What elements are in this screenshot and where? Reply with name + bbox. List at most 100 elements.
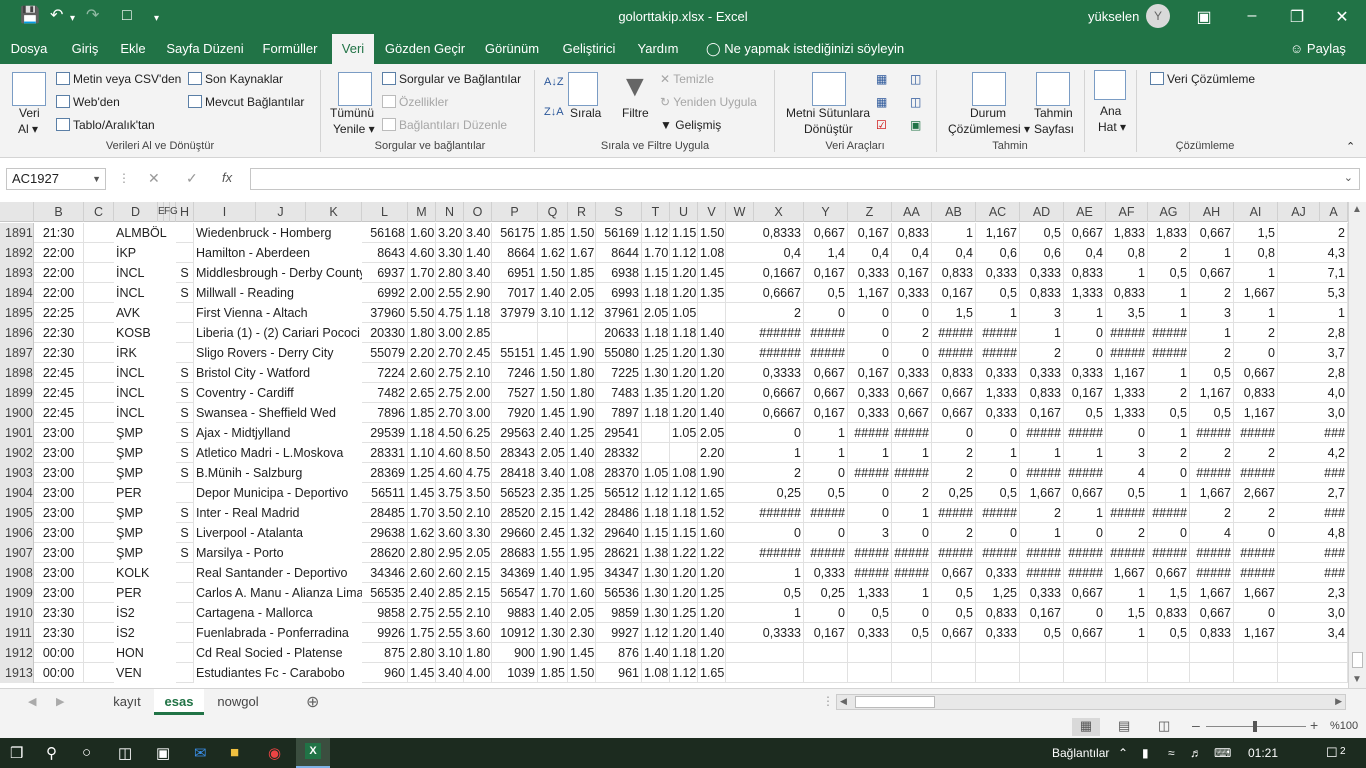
cell-y[interactable]	[804, 663, 848, 683]
cell-o[interactable]: 3.40	[464, 263, 492, 283]
cell-ah[interactable]: 2	[1190, 283, 1234, 303]
cell-a[interactable]: 3,4	[1320, 623, 1348, 643]
cell-ae[interactable]: #####	[1064, 423, 1106, 443]
column-header-ah[interactable]: AH	[1190, 202, 1234, 222]
cell-z[interactable]: 0,333	[848, 403, 892, 423]
relationships-icon[interactable]: ◫	[910, 95, 921, 109]
cell-ae[interactable]: 0,667	[1064, 483, 1106, 503]
forecast-icon[interactable]	[1036, 72, 1070, 106]
cell-n[interactable]: 2.55	[436, 603, 464, 623]
cell-h[interactable]	[176, 243, 194, 263]
cell-ab[interactable]: 0	[932, 423, 976, 443]
cell-v[interactable]: 1.20	[698, 603, 726, 623]
cell-ad[interactable]: 0,6	[1020, 243, 1064, 263]
cell-aa[interactable]: 0,833	[892, 223, 932, 243]
column-header-z[interactable]: Z	[848, 202, 892, 222]
sort-az-icon[interactable]: A↓Z	[544, 76, 564, 88]
cell-ai[interactable]: 1,5	[1234, 223, 1278, 243]
cell-p[interactable]: 56523	[492, 483, 538, 503]
cell-b[interactable]: 23:00	[34, 563, 84, 583]
cell-n[interactable]: 2.55	[436, 283, 464, 303]
cell-x[interactable]: 0,4	[754, 243, 804, 263]
cell-ai[interactable]: 1,667	[1234, 583, 1278, 603]
cell-u[interactable]: 1.22	[670, 543, 698, 563]
cell-aa[interactable]: 0,667	[892, 403, 932, 423]
cell-q[interactable]: 1.45	[538, 403, 568, 423]
column-header-ag[interactable]: AG	[1148, 202, 1190, 222]
cell-i[interactable]: Fuenlabrada - Ponferradina	[194, 623, 362, 643]
cell-ah[interactable]: #####	[1190, 543, 1234, 563]
cell-ag[interactable]: 0,5	[1148, 623, 1190, 643]
cell-h[interactable]	[176, 583, 194, 603]
column-header-i[interactable]: I	[194, 202, 256, 222]
data-analysis-button[interactable]: Veri Çözümleme	[1150, 72, 1255, 86]
row-header[interactable]: 1905	[0, 503, 34, 523]
cell-o[interactable]: 3.60	[464, 623, 492, 643]
cell-aa[interactable]: #####	[892, 543, 932, 563]
cell-ad[interactable]: 2	[1020, 503, 1064, 523]
cell-x[interactable]: 1	[754, 563, 804, 583]
get-data-label[interactable]: Veri	[19, 106, 40, 120]
cell-o[interactable]: 3.40	[464, 223, 492, 243]
formula-input[interactable]: ⌄	[250, 168, 1360, 190]
cell-z[interactable]	[848, 663, 892, 683]
cell-s[interactable]: 28370	[596, 463, 642, 483]
cell-n[interactable]: 2.55	[436, 623, 464, 643]
cell-r[interactable]: 1.95	[568, 543, 596, 563]
cell-ae[interactable]: 0	[1064, 603, 1106, 623]
cell-d[interactable]: HON	[114, 643, 176, 663]
cell-m[interactable]: 1.75	[408, 623, 436, 643]
cell-af[interactable]: 1,833	[1106, 223, 1148, 243]
cell-ae[interactable]: 0,5	[1064, 403, 1106, 423]
cell-n[interactable]: 2.70	[436, 343, 464, 363]
cell-z[interactable]	[848, 643, 892, 663]
cell-s[interactable]: 56512	[596, 483, 642, 503]
cell-ae[interactable]	[1064, 643, 1106, 663]
cell-ac[interactable]: #####	[976, 503, 1020, 523]
column-header-ad[interactable]: AD	[1020, 202, 1064, 222]
cell-ac[interactable]: 0,333	[976, 263, 1020, 283]
cell-ag[interactable]: #####	[1148, 543, 1190, 563]
cell-i[interactable]: Liberia (1) - (2) Cariari Pococi	[194, 323, 362, 343]
cell-b[interactable]: 22:45	[34, 363, 84, 383]
cell-v[interactable]: 1.25	[698, 583, 726, 603]
cell-r[interactable]: 1.45	[568, 643, 596, 663]
cell-ae[interactable]: 0,667	[1064, 583, 1106, 603]
cell-ab[interactable]: #####	[932, 503, 976, 523]
cell-ae[interactable]: 0,4	[1064, 243, 1106, 263]
cell-d[interactable]: KOLK	[114, 563, 176, 583]
cell-q[interactable]: 2.05	[538, 443, 568, 463]
cell-ae[interactable]: #####	[1064, 543, 1106, 563]
cell-u[interactable]: 1.20	[670, 263, 698, 283]
add-sheet-icon[interactable]: ⊕	[306, 692, 319, 712]
cell-y[interactable]: 0	[804, 303, 848, 323]
what-if-icon[interactable]	[972, 72, 1006, 106]
input-indicator-icon[interactable]: ⌨	[1214, 746, 1231, 760]
cell-q[interactable]: 2.40	[538, 423, 568, 443]
flash-fill-icon[interactable]: ▦	[876, 72, 887, 86]
cell-d[interactable]: ŞMP	[114, 423, 176, 443]
cell-s[interactable]: 56536	[596, 583, 642, 603]
cell-m[interactable]: 1.45	[408, 483, 436, 503]
column-header-r[interactable]: R	[568, 202, 596, 222]
cell-ag[interactable]: 2	[1148, 383, 1190, 403]
cell-n[interactable]: 4.50	[436, 423, 464, 443]
cell-h[interactable]: S	[176, 463, 194, 483]
cell-b[interactable]: 23:00	[34, 463, 84, 483]
row-header[interactable]: 1894	[0, 283, 34, 303]
spreadsheet-grid[interactable]: 1891 21:30 ALMBÖL Wiedenbruck - Homberg 5616…	[0, 222, 1348, 688]
cell-ac[interactable]: 0,6	[976, 243, 1020, 263]
cell-z[interactable]: 0,5	[848, 603, 892, 623]
cell-m[interactable]: 2.60	[408, 363, 436, 383]
row-header[interactable]: 1908	[0, 563, 34, 583]
cell-aa[interactable]: 1	[892, 503, 932, 523]
cell-r[interactable]: 1.80	[568, 363, 596, 383]
cell-d[interactable]: İKP	[114, 243, 176, 263]
cell-a[interactable]: ###	[1320, 423, 1348, 443]
cell-ah[interactable]: 1	[1190, 243, 1234, 263]
cell-i[interactable]: Wiedenbruck - Homberg	[194, 223, 362, 243]
cell-s[interactable]: 34347	[596, 563, 642, 583]
cell-n[interactable]: 3.30	[436, 243, 464, 263]
ribbon-display-icon[interactable]: ▣	[1194, 7, 1214, 27]
cell-ac[interactable]: 1,333	[976, 383, 1020, 403]
